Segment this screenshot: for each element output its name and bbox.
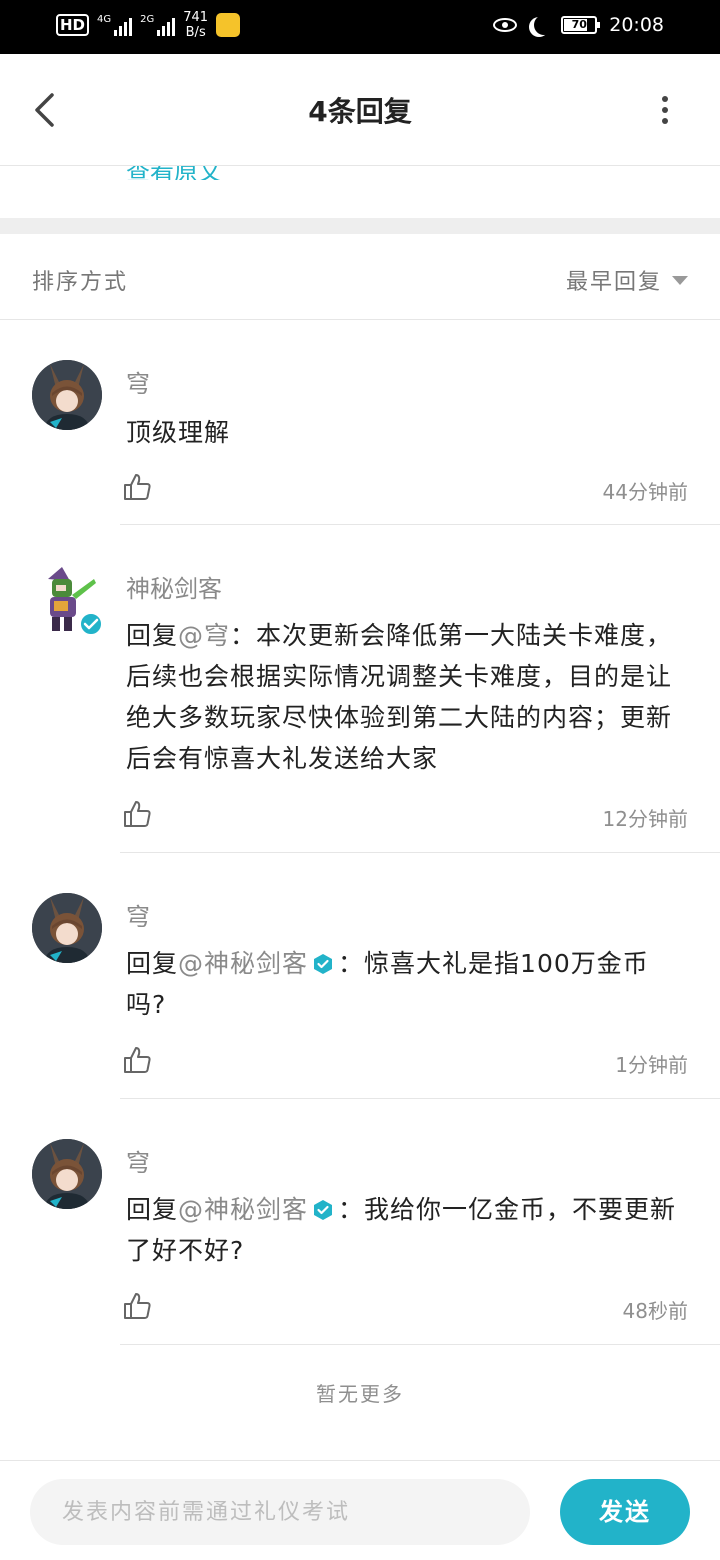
reply-author[interactable]: 穹 [126,364,150,399]
thumbs-up-icon[interactable] [122,1045,152,1075]
battery-icon: 70 [561,16,601,34]
thumbs-up-icon[interactable] [122,799,152,829]
thumbs-up-icon[interactable] [122,472,152,502]
section-gap [0,218,720,234]
reply-author[interactable]: 穹 [126,897,150,932]
page-title: 4条回复 [308,95,412,128]
sort-dropdown[interactable]: 最早回复 [566,264,688,296]
reply-content: 回复@神秘剑客 ：惊喜大礼是指100万金币吗? [126,949,649,1019]
app-notification-icon [216,13,241,37]
signal-4g-icon: 4G [97,14,133,36]
reply-item: 穹 回复@神秘剑客 ：惊喜大礼是指100万金币吗? 1分钟前 [0,853,720,1099]
send-button[interactable]: 发送 [560,1479,690,1545]
network-speed: 741 B/s [183,10,209,40]
comment-input[interactable] [30,1479,530,1545]
no-more-label: 暂无更多 [316,1382,404,1406]
reply-author[interactable]: 神秘剑客 [126,569,222,604]
developer-avatar[interactable] [32,565,103,636]
user-avatar[interactable] [32,1139,102,1209]
comment-bar: 发送 [0,1460,720,1560]
reply-content: 回复@神秘剑客 ：我给你一亿金币，不要更新了好不好? [126,1195,677,1265]
more-options-icon[interactable] [662,96,670,124]
reply-author[interactable]: 穹 [126,1143,150,1178]
reply-item: 神秘剑客 回复@穹：本次更新会降低第一大陆关卡难度，后续也会根据实际情况调整关卡… [0,525,720,853]
sort-bar: 排序方式 最早回复 [0,234,720,320]
hd-indicator: HD [56,14,90,36]
mention-link[interactable]: @穹 [178,621,230,650]
user-avatar[interactable] [32,893,102,963]
reply-content: 回复@穹：本次更新会降低第一大陆关卡难度，后续也会根据实际情况调整关卡难度，目的… [126,621,673,773]
verified-badge-icon [314,1200,333,1220]
mention-link[interactable]: @神秘剑客 [178,949,308,978]
reply-time: 44分钟前 [602,480,688,504]
verified-badge-icon [314,954,333,974]
sort-label: 排序方式 [32,270,129,295]
eye-comfort-icon [493,18,518,32]
divider [120,1344,720,1345]
status-bar: HD 4G 2G 741 B/s 70 20:08 [0,0,720,54]
sort-selected-value: 最早回复 [565,270,662,295]
reply-time: 48秒前 [622,1299,688,1323]
user-avatar[interactable] [32,360,102,430]
reply-content: 顶级理解 [126,418,231,447]
app-header: 4条回复 [0,54,720,166]
moon-icon [534,15,554,35]
signal-2g-icon: 2G [140,14,176,36]
reply-item: 穹 回复@神秘剑客 ：我给你一亿金币，不要更新了好不好? 48秒前 [0,1099,720,1345]
view-original-link[interactable]: 查看原文 [126,166,326,180]
reply-time: 1分钟前 [615,1053,688,1077]
clock: 20:08 [609,14,664,36]
thumbs-up-icon[interactable] [122,1291,152,1321]
reply-item: 穹 顶级理解 44分钟前 [0,320,720,525]
dropdown-triangle-icon [672,275,688,285]
mention-link[interactable]: @神秘剑客 [178,1195,308,1224]
reply-time: 12分钟前 [602,807,688,831]
